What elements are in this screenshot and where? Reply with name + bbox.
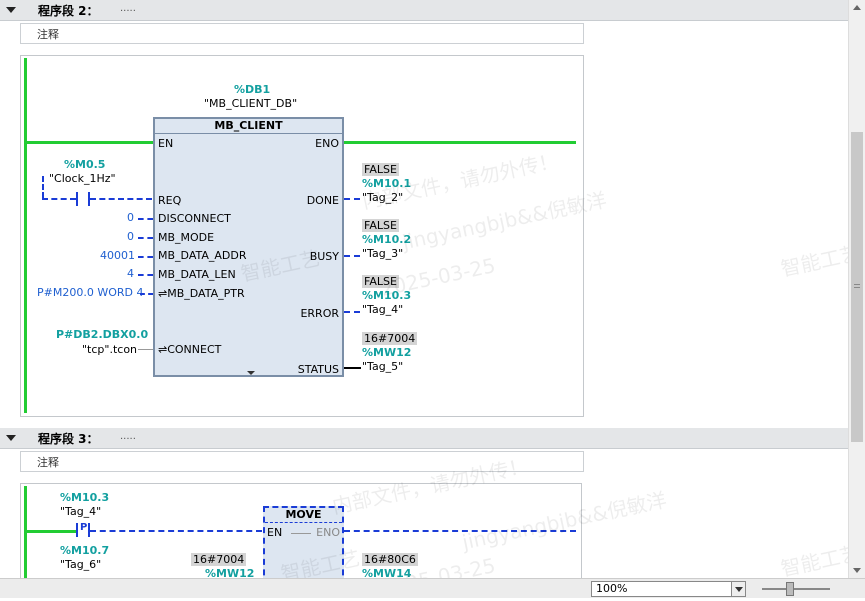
- chevron-down-icon[interactable]: [731, 582, 745, 596]
- pin-mb-data-addr: MB_DATA_ADDR: [158, 249, 247, 262]
- scroll-down-icon[interactable]: [853, 568, 861, 573]
- segment-2-header[interactable]: 程序段 2： .....: [0, 0, 848, 21]
- comment-text: 注释: [37, 456, 59, 469]
- mb-data-len-wire: [138, 274, 153, 276]
- done-wire: [344, 198, 360, 200]
- mb-mode-wire: [138, 237, 153, 239]
- branch-wire: [42, 176, 44, 198]
- req-wire-left: [42, 198, 76, 200]
- mb-data-addr-wire: [138, 256, 153, 258]
- move-out-value: 16#80C6: [362, 553, 418, 566]
- db-address: %DB1: [234, 83, 271, 96]
- status-tag[interactable]: "Tag_5": [362, 360, 403, 373]
- busy-tag[interactable]: "Tag_3": [362, 247, 403, 260]
- power-rail: [24, 58, 27, 413]
- expand-block-icon[interactable]: [247, 371, 255, 375]
- segment-3-header[interactable]: 程序段 3： .....: [0, 428, 848, 449]
- busy-value: FALSE: [362, 219, 399, 232]
- pin-en: EN: [267, 526, 283, 539]
- pin-mb-data-ptr: ⇌MB_DATA_PTR: [158, 287, 245, 300]
- disconnect-wire: [138, 218, 153, 220]
- connect-wire: [138, 349, 153, 350]
- collapse-icon[interactable]: [6, 435, 16, 441]
- contact1-wire-left: [26, 530, 76, 533]
- power-rail: [24, 486, 27, 580]
- segment-comment[interactable]: 注释: [20, 23, 584, 44]
- done-value: FALSE: [362, 163, 399, 176]
- status-wire: [344, 367, 361, 369]
- pin-status: STATUS: [297, 363, 339, 376]
- en-eno-link: [291, 533, 311, 534]
- mb-data-addr-value[interactable]: 40001: [100, 249, 135, 262]
- db-name: "MB_CLIENT_DB": [204, 97, 298, 110]
- status-bar: 100%: [0, 578, 865, 598]
- pin-mb-mode: MB_MODE: [158, 231, 215, 244]
- contact1-tag[interactable]: "Tag_4": [60, 505, 101, 518]
- pin-done: DONE: [306, 194, 339, 207]
- pin-mb-data-len: MB_DATA_LEN: [158, 268, 236, 281]
- contact2-tag[interactable]: "Tag_6": [60, 558, 101, 571]
- segment-title: 程序段 3：: [38, 432, 99, 446]
- scroll-up-icon[interactable]: [853, 5, 861, 10]
- mb-data-ptr-value[interactable]: P#M200.0 WORD 4: [37, 286, 143, 299]
- mb-mode-value[interactable]: 0: [127, 230, 134, 243]
- block-name: MOVE: [265, 508, 342, 523]
- thumb-grip: [854, 287, 860, 288]
- edge-symbol: P: [80, 522, 88, 533]
- disconnect-value[interactable]: 0: [127, 211, 134, 224]
- zoom-slider-handle[interactable]: [786, 582, 794, 596]
- error-wire: [344, 311, 360, 313]
- pin-connect: ⇌CONNECT: [158, 343, 222, 356]
- mb-data-len-value[interactable]: 4: [127, 267, 134, 280]
- req-contact-address: %M0.5: [64, 158, 106, 171]
- contact1-address: %M10.3: [60, 491, 110, 504]
- comment-text: 注释: [37, 28, 59, 41]
- move-in-value: 16#7004: [191, 553, 247, 566]
- connect-tag[interactable]: "tcp".tcon: [82, 343, 137, 356]
- collapse-icon[interactable]: [6, 7, 16, 13]
- normally-open-contact[interactable]: [76, 192, 90, 206]
- move-en-wire: [90, 530, 262, 532]
- status-address: %MW12: [362, 346, 412, 359]
- contact2-address: %M10.7: [60, 544, 110, 557]
- en-wire: [26, 141, 154, 144]
- pin-disconnect: DISCONNECT: [158, 212, 231, 225]
- error-tag[interactable]: "Tag_4": [362, 303, 403, 316]
- zoom-select[interactable]: 100%: [591, 581, 746, 597]
- block-name: MB_CLIENT: [155, 119, 342, 134]
- positive-edge-contact[interactable]: P: [76, 522, 90, 537]
- pin-req: REQ: [158, 194, 182, 207]
- pin-eno: ENO: [316, 526, 340, 539]
- pin-en: EN: [158, 137, 174, 150]
- mb-data-ptr-wire: [140, 293, 153, 295]
- busy-wire: [344, 255, 360, 257]
- vertical-scrollbar[interactable]: [848, 0, 865, 580]
- pin-error: ERROR: [300, 307, 339, 320]
- connect-address: P#DB2.DBX0.0: [56, 328, 149, 341]
- req-contact-tag: "Clock_1Hz": [49, 172, 116, 185]
- status-value: 16#7004: [362, 332, 418, 345]
- segment-title-placeholder[interactable]: .....: [120, 3, 136, 14]
- segment-title-placeholder[interactable]: .....: [120, 431, 136, 442]
- eno-wire: [343, 141, 576, 144]
- segment-title: 程序段 2：: [38, 4, 99, 18]
- zoom-value: 100%: [596, 582, 628, 595]
- thumb-grip: [854, 284, 860, 285]
- pin-eno: ENO: [315, 137, 339, 150]
- req-wire-right: [90, 198, 152, 200]
- zoom-slider-track[interactable]: [762, 588, 830, 590]
